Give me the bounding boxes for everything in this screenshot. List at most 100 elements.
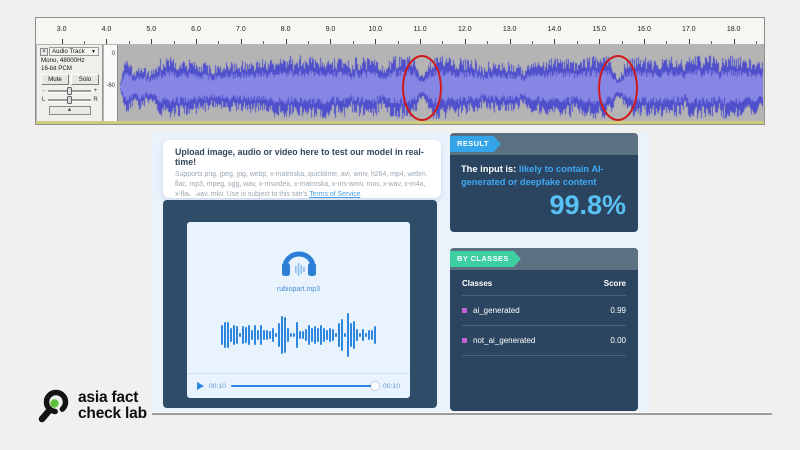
classes-ribbon: BY CLASSES (450, 251, 521, 267)
ai-splice-annotation-circle (598, 55, 638, 121)
result-text: The input is: likely to contain AI-gener… (450, 155, 638, 189)
ruler-tick-label: 13.0 (503, 26, 517, 33)
player-waveform-bar (338, 323, 340, 347)
player-waveform-bar (350, 323, 352, 347)
upload-dropzone[interactable]: Upload image, audio or video here to tes… (163, 140, 441, 198)
solo-button[interactable]: Solo (71, 74, 99, 85)
play-button[interactable] (197, 382, 204, 390)
player-waveform-bar (233, 325, 235, 346)
player-waveform-bar (221, 325, 223, 344)
player-waveform-bar (329, 328, 331, 341)
pan-slider-thumb[interactable] (67, 96, 72, 104)
ruler-tick-label: 11.0 (413, 26, 426, 33)
ruler-tick-label: 3.0 (57, 26, 67, 33)
player-waveform-bar (248, 325, 250, 346)
classes-column-header: Classes (462, 279, 492, 288)
result-card-header: RESULT (450, 133, 638, 155)
db-label-60: -60 (106, 83, 115, 89)
pan-slider[interactable] (48, 99, 91, 102)
ruler-tick-label: 18.0 (727, 26, 741, 33)
player-waveform-bar (239, 333, 241, 337)
audio-player-card: rubiopart.mp3 00:10 00:10 (163, 200, 437, 408)
result-prefix: The input is: (461, 164, 519, 174)
score-column-header: Score (604, 279, 626, 288)
gain-slider-thumb[interactable] (67, 87, 72, 95)
gain-min-label: - (41, 88, 46, 94)
upload-supported-formats: Supports png, jpeg, jpg, webp, x-matrosk… (175, 170, 429, 200)
player-waveform-bar (278, 323, 280, 348)
progress-knob[interactable] (371, 382, 379, 390)
player-waveform-bar (335, 333, 337, 337)
player-waveform-bar (272, 328, 274, 341)
collapse-track-button[interactable]: ▲ (49, 106, 91, 115)
chevron-down-icon: ▼ (91, 49, 96, 55)
player-waveform-bar (275, 333, 277, 337)
audio-filename: rubiopart.mp3 (187, 286, 410, 293)
total-time: 00:10 (383, 383, 400, 390)
audio-player-inner: rubiopart.mp3 00:10 00:10 (187, 222, 410, 398)
player-waveform-bar (260, 325, 262, 345)
player-waveform-bar (236, 326, 238, 343)
player-waveform-bar (326, 330, 328, 340)
upload-title: Upload image, audio or video here to tes… (175, 147, 429, 167)
player-waveform-bar (257, 330, 259, 339)
elapsed-time: 00:10 (209, 383, 226, 390)
ruler-tick-label: 9.0 (326, 26, 336, 33)
vertical-db-ruler: 0 -60 (104, 45, 118, 121)
player-waveform-bar (371, 330, 373, 341)
close-track-button[interactable]: × (40, 48, 48, 56)
class-score: 0.99 (610, 306, 626, 315)
track-format-line1: Mono, 48000Hz (41, 57, 99, 64)
player-waveform-bar (359, 333, 361, 337)
audacity-capture: 3.04.05.06.07.08.09.010.011.012.013.014.… (35, 17, 765, 125)
player-waveform-bar (305, 329, 307, 342)
class-label: not_ai_generated (473, 336, 535, 345)
track-title-dropdown[interactable]: Audio Track ▼ (49, 47, 99, 56)
player-waveform-bar (227, 322, 229, 347)
player-waveform-bar (293, 333, 295, 337)
classes-card: BY CLASSES Classes Score ai_generated 0.9… (450, 248, 638, 411)
player-waveform-bar (242, 326, 244, 343)
ruler-tick-label: 16.0 (637, 26, 651, 33)
class-label: ai_generated (473, 306, 520, 315)
ruler-tick-label: 5.0 (146, 26, 156, 33)
terms-of-service-link[interactable]: Terms of Service (309, 191, 360, 198)
player-waveform (187, 307, 410, 363)
green-dot (50, 399, 58, 407)
player-waveform-bar (269, 331, 271, 339)
ruler-tick-label: 12.0 (458, 26, 472, 33)
magnifier-icon (36, 387, 71, 425)
gain-slider[interactable] (48, 90, 91, 93)
timeline-ruler[interactable]: 3.04.05.06.07.08.09.010.011.012.013.014.… (36, 18, 764, 45)
player-waveform-bar (362, 329, 364, 341)
mute-button[interactable]: Mute (41, 74, 69, 85)
ruler-tick-label: 7.0 (236, 26, 246, 33)
asia-fact-check-lab-logo: asia fact check lab (36, 387, 147, 425)
ruler-tick-label: 15.0 (592, 26, 606, 33)
ruler-tick-label: 4.0 (102, 26, 112, 33)
result-card: RESULT The input is: likely to contain A… (450, 133, 638, 232)
player-waveform-bar (368, 330, 370, 340)
classes-table: Classes Score ai_generated 0.99 not_ai_gen… (450, 270, 638, 356)
result-score: 99.8% (450, 189, 638, 221)
gain-max-label: + (93, 88, 98, 94)
detector-site: Upload image, audio or video here to tes… (152, 133, 650, 411)
upload-body-period: . (361, 191, 363, 198)
pan-right-label: R (93, 97, 98, 103)
page-divider (152, 412, 772, 415)
audio-track: × Audio Track ▼ Mono, 48000Hz 16-bit PCM… (36, 44, 764, 124)
logo-text: asia fact check lab (78, 390, 147, 422)
player-waveform-bar (263, 330, 265, 340)
player-waveform-bar (251, 330, 253, 340)
ruler-tick-label: 8.0 (281, 26, 291, 33)
ai-splice-annotation-circle (402, 55, 442, 121)
upload-body-text: Supports png, jpeg, jpg, webp, x-matrosk… (175, 171, 428, 198)
track-format-line2: 16-bit PCM (41, 65, 99, 72)
progress-line (231, 385, 378, 388)
player-waveform-bar (281, 316, 283, 354)
player-waveform-bar (230, 328, 232, 342)
player-waveform-bar (317, 328, 319, 342)
progress-bar[interactable] (231, 382, 378, 390)
logo-line2: check lab (78, 406, 147, 422)
player-waveform-bar (296, 322, 298, 348)
